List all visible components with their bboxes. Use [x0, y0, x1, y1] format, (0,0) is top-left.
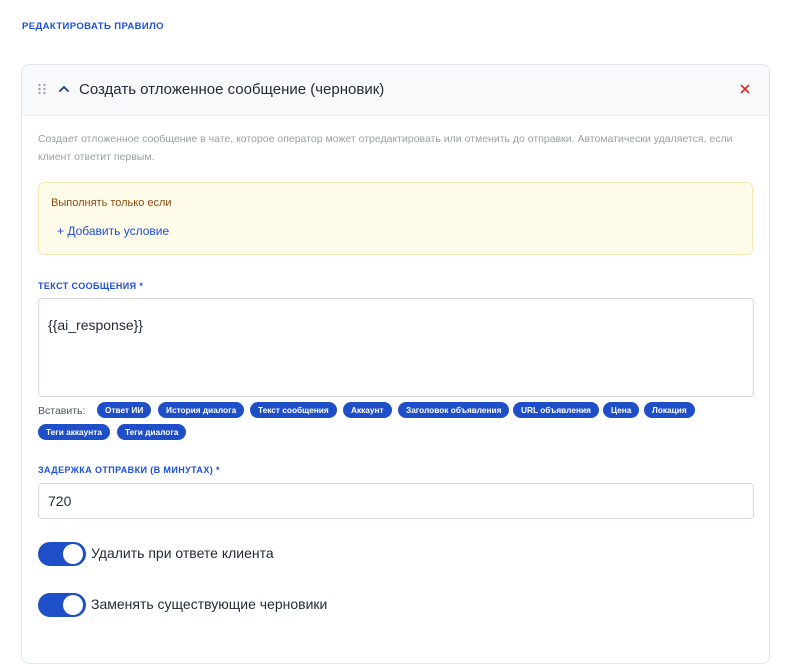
toggle-knob [63, 544, 83, 564]
chip-location[interactable]: Локация [644, 402, 695, 418]
chip-dialog-history[interactable]: История диалога [158, 402, 245, 418]
variable-chips: Ответ ИИ История диалога Текст сообщения… [38, 402, 758, 444]
delete-on-reply-toggle[interactable] [38, 542, 86, 566]
replace-drafts-toggle[interactable] [38, 593, 86, 617]
chip-dialog-tags[interactable]: Теги диалога [117, 424, 187, 440]
delay-minutes-input[interactable]: 720 [38, 483, 754, 519]
chevron-up-icon[interactable] [58, 84, 70, 94]
chip-account-tags[interactable]: Теги аккаунта [38, 424, 110, 440]
chip-price[interactable]: Цена [603, 402, 640, 418]
chip-message-text[interactable]: Текст сообщения [250, 402, 337, 418]
delay-label: ЗАДЕРЖКА ОТПРАВКИ (В МИНУТАХ) * [38, 465, 220, 475]
condition-box: Выполнять только если + Добавить условие [38, 182, 753, 255]
chip-listing-title[interactable]: Заголовок объявления [398, 402, 510, 418]
chip-listing-url[interactable]: URL объявления [513, 402, 599, 418]
replace-drafts-label: Заменять существующие черновики [91, 596, 328, 612]
condition-title: Выполнять только если [51, 197, 172, 209]
rule-card-header: Создать отложенное сообщение (черновик) [22, 65, 769, 116]
close-icon[interactable] [739, 83, 751, 95]
add-condition-button[interactable]: + Добавить условие [57, 224, 169, 238]
rule-description: Создает отложенное сообщение в чате, кот… [38, 133, 733, 163]
toggle-knob [63, 595, 83, 615]
drag-handle-icon[interactable] [37, 83, 47, 95]
message-text-input[interactable]: {{ai_response}} [38, 298, 754, 397]
message-text-label: ТЕКСТ СООБЩЕНИЯ * [38, 281, 144, 291]
chip-ai-response[interactable]: Ответ ИИ [97, 402, 152, 418]
rule-card: Создать отложенное сообщение (черновик) … [21, 64, 770, 664]
delete-on-reply-label: Удалить при ответе клиента [91, 545, 274, 561]
rule-title: Создать отложенное сообщение (черновик) [79, 81, 385, 98]
chip-account[interactable]: Аккаунт [343, 402, 392, 418]
page-title: РЕДАКТИРОВАТЬ ПРАВИЛО [22, 21, 164, 32]
